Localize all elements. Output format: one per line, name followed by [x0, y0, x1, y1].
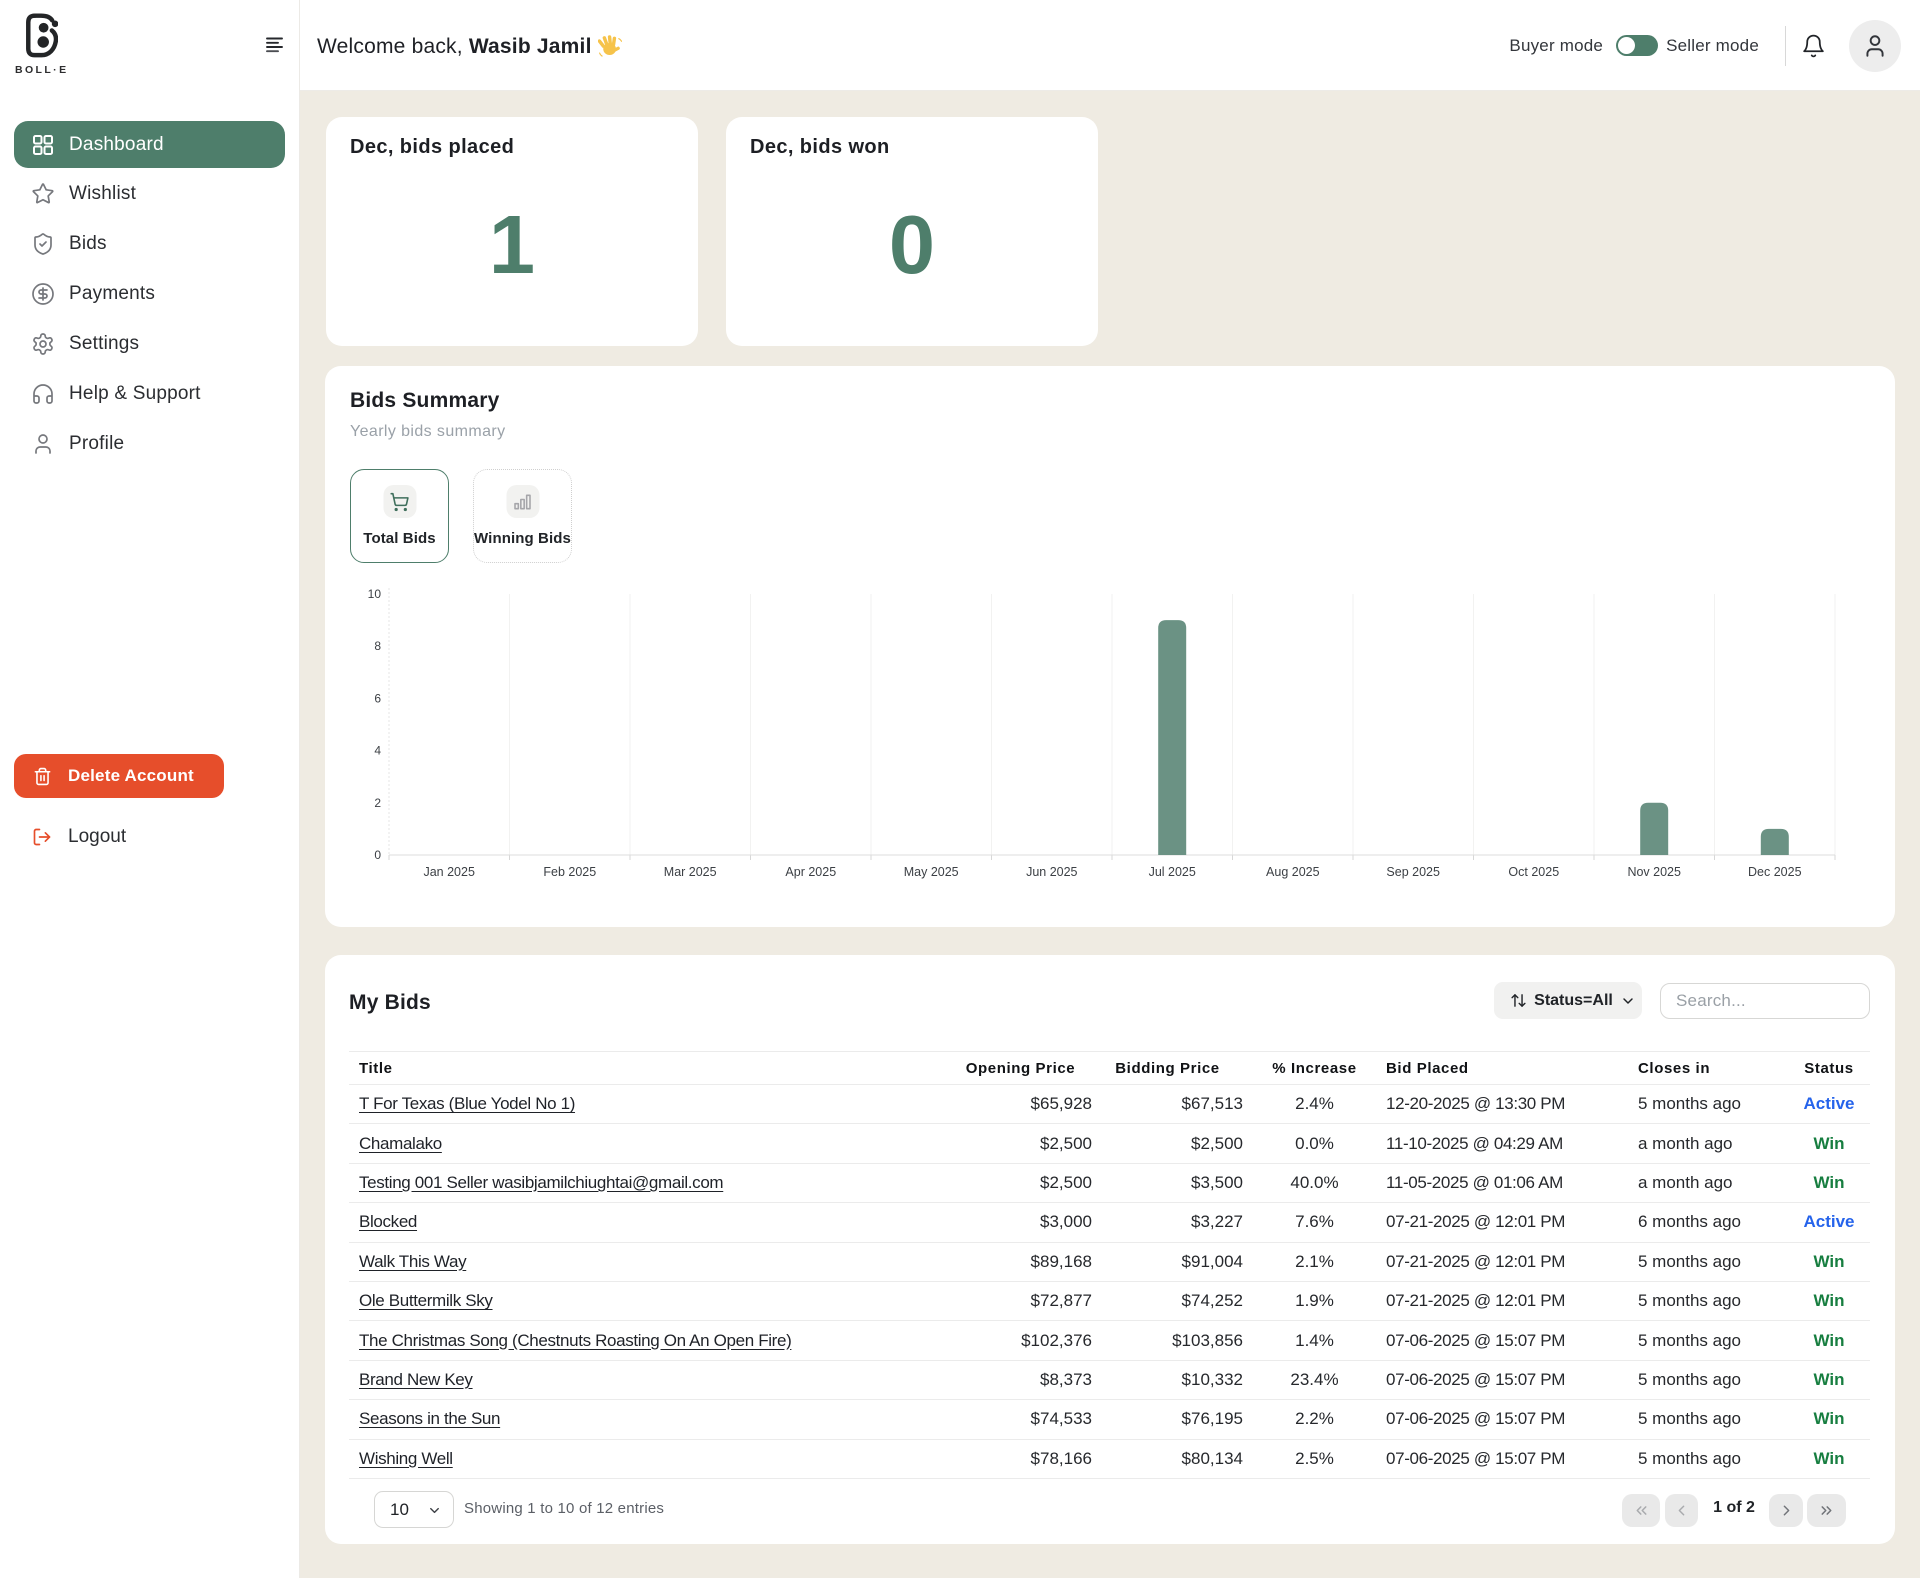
svg-text:Feb 2025: Feb 2025	[543, 865, 596, 879]
svg-text:Mar 2025: Mar 2025	[664, 865, 717, 879]
svg-text:Sep 2025: Sep 2025	[1386, 865, 1440, 879]
svg-text:10: 10	[368, 587, 382, 601]
svg-text:Jul 2025: Jul 2025	[1149, 865, 1196, 879]
svg-text:6: 6	[374, 691, 381, 705]
svg-text:8: 8	[374, 639, 381, 653]
svg-text:Apr 2025: Apr 2025	[785, 865, 836, 879]
svg-text:Dec 2025: Dec 2025	[1748, 865, 1802, 879]
svg-text:Oct 2025: Oct 2025	[1508, 865, 1559, 879]
svg-text:Jun 2025: Jun 2025	[1026, 865, 1077, 879]
svg-text:0: 0	[374, 848, 381, 862]
svg-text:2: 2	[374, 796, 381, 810]
svg-text:May 2025: May 2025	[904, 865, 959, 879]
svg-text:Jan 2025: Jan 2025	[423, 865, 474, 879]
svg-text:4: 4	[374, 744, 381, 758]
svg-text:Aug 2025: Aug 2025	[1266, 865, 1320, 879]
svg-text:Nov 2025: Nov 2025	[1627, 865, 1681, 879]
